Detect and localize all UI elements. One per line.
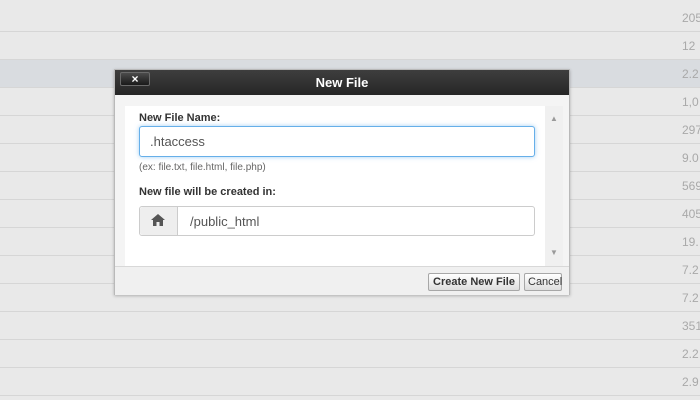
table-row: 12 (0, 32, 700, 60)
location-field (139, 206, 535, 236)
scroll-down-arrow-icon[interactable]: ▼ (545, 246, 563, 260)
file-size: 569 (682, 179, 700, 193)
dialog-scrollbar[interactable]: ▲ ▼ (545, 106, 563, 266)
dialog-title: New File (315, 75, 369, 90)
file-size: 297 (682, 123, 700, 137)
file-size: 9.0 (682, 151, 699, 165)
file-size: 7.2 (682, 263, 699, 277)
location-label: New file will be created in: (139, 186, 276, 198)
file-size: 2.2 (682, 67, 699, 81)
file-size: 205 (682, 11, 700, 25)
file-size: 405 (682, 207, 700, 221)
table-row: 2.2 (0, 340, 700, 368)
file-name-hint: (ex: file.txt, file.html, file.php) (139, 162, 266, 173)
file-size: 351 (682, 319, 700, 333)
new-file-dialog: × New File New File Name: (ex: file.txt,… (114, 69, 570, 295)
file-name-label: New File Name: (139, 112, 221, 124)
file-size: 1,0 (682, 95, 699, 109)
location-input[interactable] (178, 207, 532, 235)
create-new-file-button[interactable]: Create New File (428, 273, 520, 291)
table-row: 351 (0, 312, 700, 340)
home-icon (140, 207, 178, 235)
file-size: 2.9 (682, 375, 699, 389)
file-size: 7.2 (682, 291, 699, 305)
dialog-titlebar: × New File (115, 70, 569, 95)
dialog-body: New File Name: (ex: file.txt, file.html,… (125, 106, 563, 266)
dialog-footer: Create New File Cancel (115, 266, 569, 295)
table-row: 205 (0, 4, 700, 32)
cancel-button[interactable]: Cancel (524, 273, 562, 291)
file-size: 12 (682, 39, 696, 53)
file-size: 2.2 (682, 347, 699, 361)
scroll-up-arrow-icon[interactable]: ▲ (545, 112, 563, 126)
table-row: 2.9 (0, 368, 700, 396)
file-size: 19. (682, 235, 699, 249)
file-name-input[interactable] (139, 126, 535, 157)
